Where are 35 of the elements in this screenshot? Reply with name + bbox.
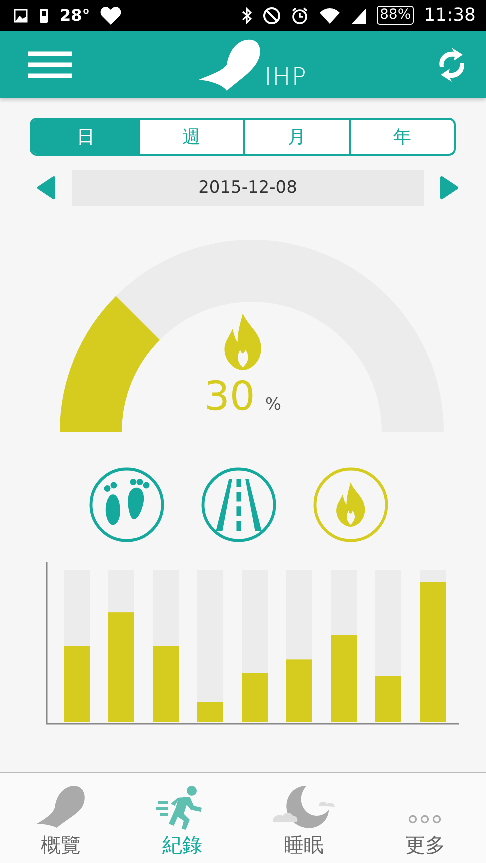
date-display: 2015-12-08 [72,170,424,206]
clock-time: 11:38 [424,5,476,26]
chart-bar [286,660,312,722]
wifi-icon [319,6,341,24]
battery-indicator: 88% [377,6,414,25]
nav-tab[interactable]: 更多 [364,773,486,863]
menu-icon[interactable] [28,50,72,78]
blocked-icon [263,6,281,24]
temperature: 28° [60,6,90,25]
leaf-icon [34,784,87,830]
period-tab[interactable]: 年 [348,120,454,154]
nav-tab[interactable]: 紀錄 [122,773,243,863]
road-icon[interactable] [200,466,278,544]
goal-percentage: 30 [204,374,256,420]
period-tab[interactable]: 日 [32,120,138,154]
alarm-icon [291,6,309,24]
more-icon [408,815,442,824]
chart-bar [242,673,268,722]
chart-bar [376,676,402,722]
bluetooth-icon [241,6,253,24]
flame-icon[interactable] [312,466,390,544]
percent-unit: % [265,395,282,415]
nav-tab[interactable]: 睡眠 [243,773,364,863]
signal-icon [351,6,367,24]
next-arrow-icon[interactable] [440,176,460,200]
chart-bar [198,702,224,722]
footprints-icon[interactable] [88,466,166,544]
moon-cloud-icon [270,784,337,830]
image-icon [14,8,28,22]
nav-tab[interactable]: 概覽 [0,773,122,863]
heart-icon [100,6,122,26]
bar-track [420,570,446,582]
previous-arrow-icon[interactable] [36,176,56,200]
phone-icon [38,8,50,24]
logo-text: IHP [264,64,308,88]
